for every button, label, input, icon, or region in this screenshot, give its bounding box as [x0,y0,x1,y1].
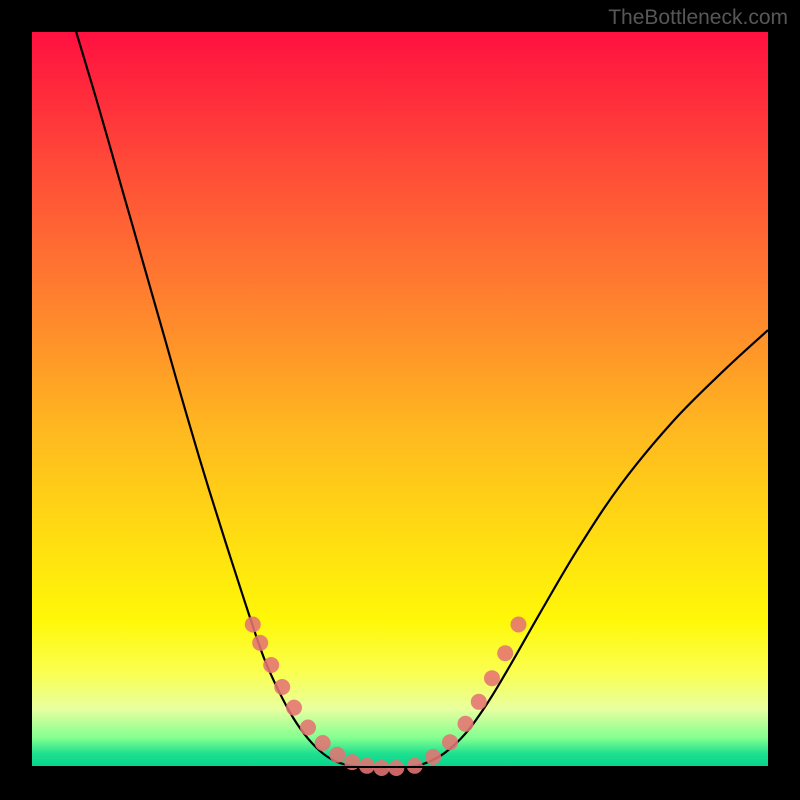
highlight-marker [315,735,331,751]
highlight-marker [329,747,345,763]
highlight-marker [471,694,487,710]
highlight-marker [497,645,513,661]
highlight-marker [252,635,268,651]
highlight-marker [511,617,527,633]
highlight-marker [286,700,302,716]
highlight-marker [374,760,390,776]
chart-container: TheBottleneck.com [0,0,800,800]
highlight-marker [388,760,404,776]
bottleneck-curve [76,32,768,768]
plot-bottom-border [32,766,768,768]
watermark-text: TheBottleneck.com [608,6,788,30]
highlight-marker [484,670,500,686]
highlight-marker [425,749,441,765]
highlight-marker [263,657,279,673]
highlight-marker [245,617,261,633]
highlight-marker [458,716,474,732]
highlight-marker [300,720,316,736]
chart-svg [32,32,768,768]
highlight-marker [274,679,290,695]
highlight-markers [245,617,527,777]
highlight-marker [442,734,458,750]
